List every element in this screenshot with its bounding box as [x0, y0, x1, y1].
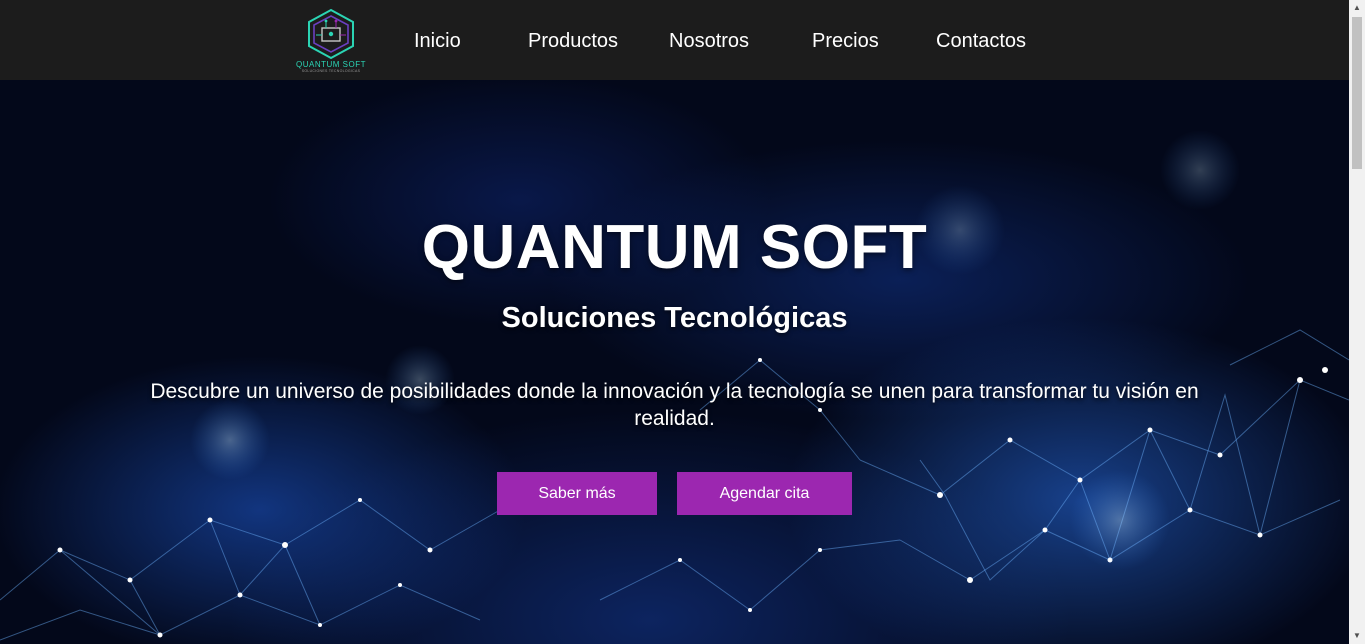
scrollbar-thumb[interactable] — [1352, 17, 1362, 169]
nav-item-precios[interactable]: Precios — [812, 29, 879, 53]
hero-subtitle: Soluciones Tecnológicas — [501, 302, 848, 334]
logo-tagline: SOLUCIONES TECNOLOGICAS — [301, 69, 361, 73]
nav-item-nosotros[interactable]: Nosotros — [669, 29, 749, 53]
agendar-cita-button[interactable]: Agendar cita — [677, 472, 852, 515]
brand-logo[interactable]: QUANTUM SOFT SOLUCIONES TECNOLOGICAS — [293, 6, 369, 74]
nav-item-productos[interactable]: Productos — [528, 29, 618, 53]
nav-item-contactos[interactable]: Contactos — [936, 29, 1026, 53]
nav-item-inicio[interactable]: Inicio — [414, 29, 461, 53]
saber-mas-button[interactable]: Saber más — [497, 472, 657, 515]
circuit-hexagon-logo-icon — [308, 8, 354, 60]
logo-brand-name: QUANTUM SOFT — [296, 60, 366, 69]
page: QUANTUM SOFT SOLUCIONES TECNOLOGICAS Ini… — [0, 0, 1365, 644]
hero-description: Descubre un universo de posibilidades do… — [150, 380, 1199, 430]
chevron-up-icon[interactable]: ▲ — [1349, 0, 1365, 16]
vertical-scrollbar[interactable]: ▲ ▼ — [1349, 0, 1365, 644]
hero-section: QUANTUM SOFT Soluciones Tecnológicas Des… — [0, 80, 1349, 644]
chevron-down-icon[interactable]: ▼ — [1349, 628, 1365, 644]
hero-title: QUANTUM SOFT — [421, 213, 928, 282]
navbar: QUANTUM SOFT SOLUCIONES TECNOLOGICAS Ini… — [0, 0, 1349, 80]
network-background-image — [0, 130, 1349, 641]
